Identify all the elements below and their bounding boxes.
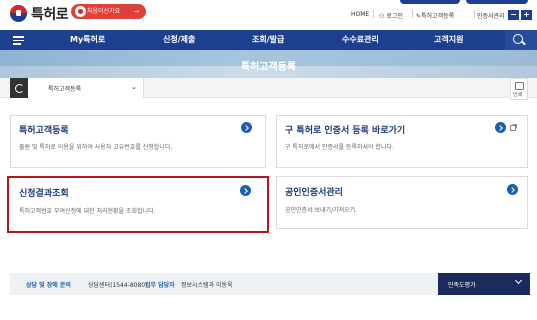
nav-item-support[interactable]: 고객지원 <box>434 34 463 45</box>
user-icon: ⚇ <box>379 13 385 20</box>
print-button[interactable]: 인쇄 <box>510 78 528 100</box>
card-description: 출원 및 특허로 이용을 위하여 사용자 고유번호를 신청합니다. <box>19 144 173 151</box>
breadcrumb-label: 특허고객등록 <box>48 86 82 93</box>
page-title: 특허고객등록 <box>240 62 297 73</box>
top-bar: 특허로 처음이신가요 → HOME ⚇ 로그인 ✎특허고객등록 인증서관리 − … <box>0 0 537 30</box>
sub-navigation: 특허고객등록 ⌄ <box>0 78 537 98</box>
emblem-icon <box>75 6 86 17</box>
font-decrease-button[interactable]: − <box>508 10 519 20</box>
card-title: 구 특허로 인증서 등록 바로가기 <box>285 126 406 136</box>
card-customer-register[interactable]: 특허고객등록 출원 및 특허로 이용을 위하여 사용자 고유번호를 신청합니다. <box>10 115 266 168</box>
nav-item-inquiry[interactable]: 조회/발급 <box>252 34 284 45</box>
banner-label: 처음이신가요 <box>87 8 121 15</box>
nav-item-my[interactable]: My특허로 <box>70 34 105 45</box>
top-tab-decoration <box>466 0 528 4</box>
customer-register-label: 특허고객등록 <box>421 13 455 20</box>
printer-icon <box>515 82 524 90</box>
satisfaction-survey-button[interactable]: 만족도평가 <box>438 273 530 295</box>
card-description: 특허고객번호 부여신청에 대한 처리현황을 조회합니다. <box>19 208 156 215</box>
nav-item-fee[interactable]: 수수료관리 <box>342 34 379 45</box>
login-label: 로그인 <box>386 13 403 20</box>
arrow-right-icon[interactable] <box>495 122 506 133</box>
login-link[interactable]: ⚇ 로그인 <box>379 11 403 20</box>
certificate-link[interactable]: 인증서관리 <box>477 11 505 20</box>
menu-icon[interactable] <box>13 35 26 45</box>
nav-item-apply[interactable]: 신청/제출 <box>163 34 195 45</box>
support-value: 상담센터(1544-8080) <box>88 282 148 289</box>
divider <box>373 10 374 18</box>
font-increase-button[interactable]: + <box>521 10 532 20</box>
divider <box>474 10 475 18</box>
breadcrumb-select[interactable]: 특허고객등록 ⌄ <box>28 78 144 98</box>
arrow-right-icon[interactable] <box>240 185 251 196</box>
kipo-logo-icon[interactable] <box>10 5 27 22</box>
home-link[interactable]: HOME <box>351 11 369 18</box>
home-icon[interactable] <box>10 78 28 98</box>
arrow-right-icon[interactable] <box>241 122 252 133</box>
chevron-down-icon <box>514 276 523 285</box>
survey-label: 만족도평가 <box>448 282 476 289</box>
support-label: 상담 및 장애 문의 <box>26 282 71 289</box>
customer-register-link[interactable]: ✎특허고객등록 <box>416 11 454 20</box>
arrow-right-icon: → <box>133 8 139 15</box>
top-tab-decoration <box>400 0 460 4</box>
print-label: 인쇄 <box>513 92 523 98</box>
card-certificate-manage[interactable]: 공인인증서관리 공인인증서 보내기/가져오기. <box>276 176 528 229</box>
chevron-down-icon: ⌄ <box>131 83 137 91</box>
card-title: 특허고객등록 <box>19 126 69 136</box>
first-visit-banner[interactable]: 처음이신가요 → <box>71 4 146 19</box>
search-icon[interactable] <box>510 33 530 47</box>
site-logo-text[interactable]: 특허로 <box>31 4 69 24</box>
divider <box>412 10 413 18</box>
manager-value: 정보시스템과 이동욱 <box>181 282 233 289</box>
card-title: 공인인증서관리 <box>285 188 343 198</box>
card-title: 신청결과조회 <box>19 189 69 199</box>
card-description: 구 특허로에서 인증서를 등록하셔야 합니다. <box>285 144 394 151</box>
card-description: 공인인증서 보내기/가져오기. <box>285 207 358 214</box>
card-old-cert-register[interactable]: 구 특허로 인증서 등록 바로가기 구 특허로에서 인증서를 등록하셔야 합니다… <box>276 115 528 168</box>
card-result-inquiry[interactable]: 신청결과조회 특허고객번호 부여신청에 대한 처리현황을 조회합니다. <box>7 176 269 233</box>
manager-label: 업무 담당자 <box>145 282 175 289</box>
arrow-right-icon[interactable] <box>507 184 518 195</box>
external-link-icon <box>510 124 517 131</box>
main-nav: My특허로 신청/제출 조회/발급 수수료관리 고객지원 <box>0 30 537 50</box>
